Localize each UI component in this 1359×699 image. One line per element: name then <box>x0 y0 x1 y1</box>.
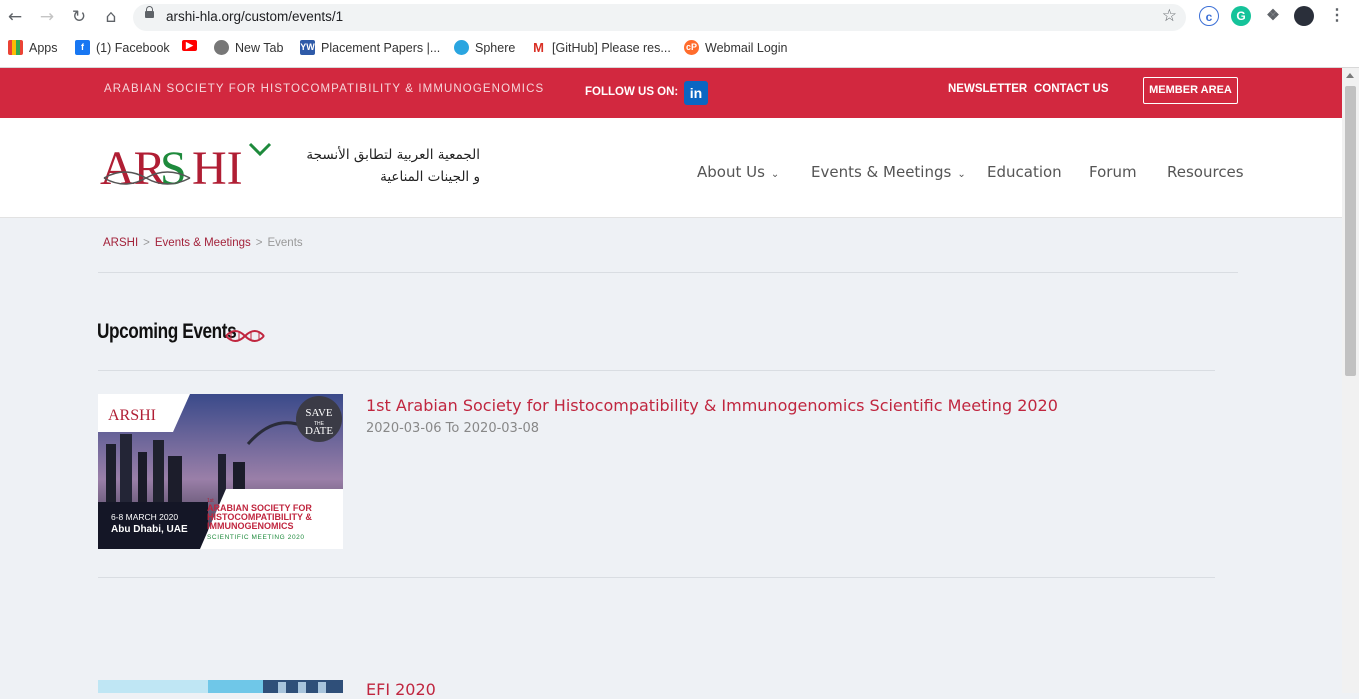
poster-line-4: SCIENTIFIC MEETING 2020 <box>207 534 305 541</box>
breadcrumb-events-meetings[interactable]: Events & Meetings <box>155 237 251 249</box>
bookmark-apps[interactable]: Apps <box>8 40 58 55</box>
forward-arrow-icon[interactable]: → <box>36 6 58 28</box>
grammarly-icon[interactable]: G <box>1231 6 1251 26</box>
scroll-up-icon[interactable] <box>1346 73 1354 78</box>
gmail-icon: M <box>531 40 546 55</box>
bookmark-sphere[interactable]: Sphere <box>454 40 515 55</box>
svg-text:HI: HI <box>192 142 243 190</box>
bookmark-label: Placement Papers |... <box>321 40 441 55</box>
site-header: AR S HI الجمعية العربية لتطابق الأنسجة و… <box>0 118 1342 218</box>
event-thumbnail[interactable]: ARSHI SAVE THE DATE 6-8 MARCH 2020 Abu D… <box>98 394 343 549</box>
menu-label: Forum <box>1089 163 1137 181</box>
breadcrumb-separator: > <box>255 237 263 249</box>
poster-where: Abu Dhabi, UAE <box>111 524 188 535</box>
newsletter-link[interactable]: NEWSLETTER <box>948 83 1027 95</box>
poster-date-word: DATE <box>305 425 333 437</box>
breadcrumb-current: Events <box>267 237 303 249</box>
menu-label: Events & Meetings <box>811 163 952 181</box>
arshi-logo[interactable]: AR S HI <box>100 140 280 190</box>
poster-save: SAVE <box>305 407 333 419</box>
society-name: ARABIAN SOCIETY FOR HISTOCOMPATIBILITY &… <box>104 83 545 95</box>
bookmark-placement-papers[interactable]: YW Placement Papers |... <box>300 40 440 55</box>
menu-label: Education <box>987 163 1062 181</box>
bookmark-webmail[interactable]: cP Webmail Login <box>684 40 787 55</box>
profile-avatar-icon[interactable] <box>1294 6 1314 26</box>
menu-about-us[interactable]: About Us ⌄ <box>697 163 779 181</box>
poster-when: 6-8 MARCH 2020 <box>111 512 178 522</box>
event-poster-image <box>98 680 343 693</box>
bookmark-label: Apps <box>29 40 58 55</box>
svg-text:S: S <box>160 142 187 190</box>
globe-icon <box>214 40 229 55</box>
bookmark-label: New Tab <box>235 40 284 55</box>
divider <box>98 272 1238 273</box>
reload-icon[interactable]: ↻ <box>68 6 90 28</box>
scrollbar-thumb[interactable] <box>1345 86 1356 376</box>
menu-label: About Us <box>697 163 765 181</box>
event-date: 2020-03-06 To 2020-03-08 <box>366 421 540 436</box>
arabic-line-1: الجمعية العربية لتطابق الأنسجة <box>306 147 480 163</box>
arabic-line-2: و الجينات المناعية <box>380 169 480 185</box>
sphere-icon <box>454 40 469 55</box>
cpanel-icon: cP <box>684 40 699 55</box>
breadcrumb-separator: > <box>143 237 150 249</box>
poster-logo: ARSHI <box>108 407 156 424</box>
apps-grid-icon <box>8 40 23 55</box>
extension-c-icon[interactable]: c <box>1199 6 1219 26</box>
divider <box>98 577 1215 578</box>
bookmark-label: (1) Facebook <box>96 40 170 55</box>
bookmark-star-icon[interactable]: ☆ <box>1162 6 1177 26</box>
bookmark-new-tab[interactable]: New Tab <box>214 40 283 55</box>
dna-icon <box>225 330 265 342</box>
browser-chrome: ← → ↻ ⌂ arshi-hla.org/custom/events/1 ☆ … <box>0 0 1359 68</box>
menu-forum[interactable]: Forum <box>1089 163 1137 181</box>
placement-site-icon: YW <box>300 40 315 55</box>
member-area-button[interactable]: MEMBER AREA <box>1143 77 1238 104</box>
breadcrumb-home[interactable]: ARSHI <box>103 237 138 249</box>
chevron-down-icon: ⌄ <box>957 169 966 180</box>
bookmark-label: [GitHub] Please res... <box>552 40 671 55</box>
page-title: Upcoming Events <box>97 320 237 343</box>
arabic-society-name: الجمعية العربية لتطابق الأنسجة و الجينات… <box>290 144 480 188</box>
lock-icon <box>145 6 154 18</box>
breadcrumb: ARSHI > Events & Meetings > Events <box>103 237 303 249</box>
chevron-down-icon: ⌄ <box>770 169 780 180</box>
bookmark-youtube[interactable]: ▶ <box>182 40 197 51</box>
site-topbar: ARABIAN SOCIETY FOR HISTOCOMPATIBILITY &… <box>0 68 1342 118</box>
bookmark-label: Webmail Login <box>705 40 788 55</box>
home-icon[interactable]: ⌂ <box>100 6 122 28</box>
page-scrollbar[interactable] <box>1342 68 1359 693</box>
menu-resources[interactable]: Resources <box>1167 163 1244 181</box>
bookmark-label: Sphere <box>475 40 516 55</box>
event-title-link[interactable]: EFI 2020 <box>366 680 436 699</box>
bookmark-github-mail[interactable]: M [GitHub] Please res... <box>531 40 671 55</box>
puzzle-extensions-icon[interactable]: ❖ <box>1263 6 1283 26</box>
follow-us-label: FOLLOW US ON: <box>585 86 679 98</box>
back-arrow-icon[interactable]: ← <box>4 6 26 28</box>
menu-education[interactable]: Education <box>987 163 1062 181</box>
bookmark-facebook[interactable]: f (1) Facebook <box>75 40 170 55</box>
contact-us-link[interactable]: CONTACT US <box>1034 83 1109 95</box>
divider <box>98 370 1215 371</box>
menu-events-meetings[interactable]: Events & Meetings ⌄ <box>811 163 966 181</box>
menu-label: Resources <box>1167 163 1244 181</box>
address-bar[interactable]: arshi-hla.org/custom/events/1 ☆ <box>133 4 1186 31</box>
bookmarks-bar: Apps f (1) Facebook ▶ New Tab YW Placeme… <box>0 37 1359 61</box>
kebab-menu-icon[interactable]: ⋮ <box>1327 6 1347 26</box>
poster-line-3: IMMUNOGENOMICS <box>207 521 294 531</box>
event-thumbnail[interactable] <box>98 679 343 693</box>
event-poster-image: ARSHI SAVE THE DATE 6-8 MARCH 2020 Abu D… <box>98 394 343 549</box>
event-title-link[interactable]: 1st Arabian Society for Histocompatibili… <box>366 396 1058 415</box>
facebook-icon: f <box>75 40 90 55</box>
linkedin-icon[interactable]: in <box>684 81 708 105</box>
youtube-icon: ▶ <box>182 40 197 51</box>
url-text[interactable]: arshi-hla.org/custom/events/1 <box>166 9 343 24</box>
